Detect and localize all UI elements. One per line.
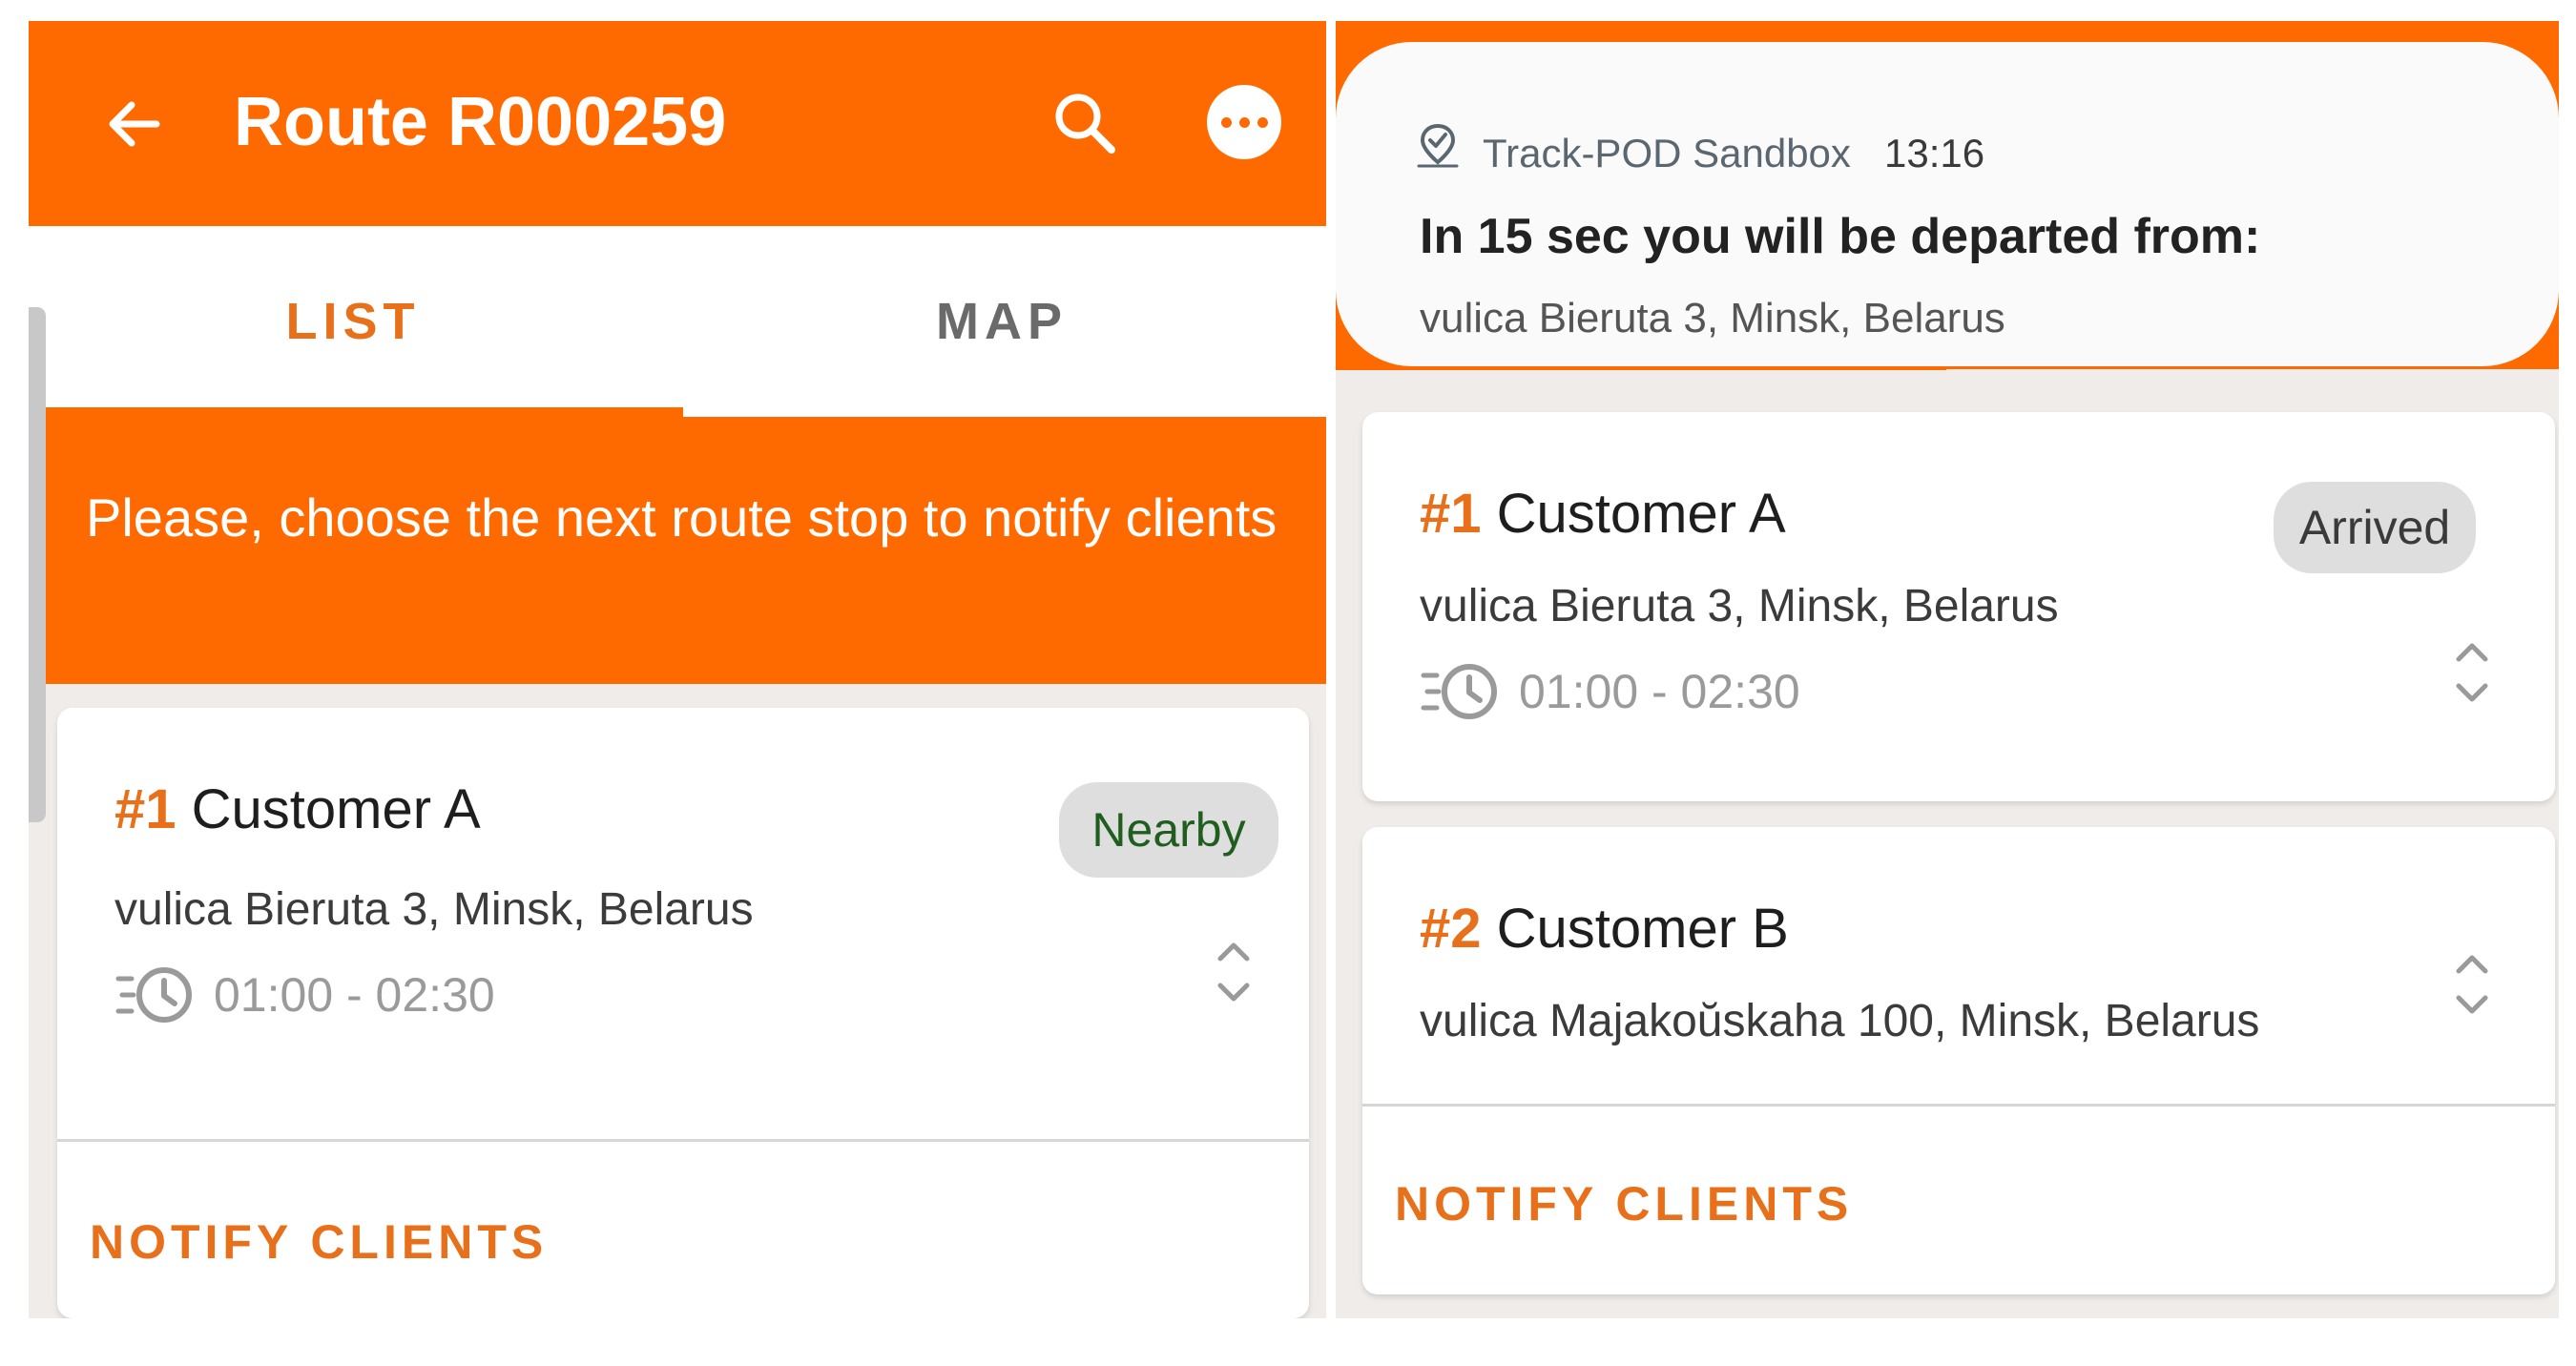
time-window-text: 01:00 - 02:30 bbox=[214, 968, 495, 1022]
back-button[interactable] bbox=[88, 78, 179, 170]
stop-number: #2 bbox=[1420, 898, 1482, 960]
stop-customer-name: Customer A bbox=[1496, 483, 1786, 545]
info-banner: Please, choose the next route stop to no… bbox=[29, 417, 1326, 684]
route-stop-card[interactable]: #1 Customer A Nearby vulica Bieruta 3, M… bbox=[57, 708, 1309, 1318]
app-bar: Route R000259 bbox=[29, 21, 1326, 226]
route-stop-card[interactable]: #2 Customer B vulica Majakoŭskaha 100, M… bbox=[1362, 827, 2555, 1294]
notify-clients-button[interactable]: NOTIFY CLIENTS bbox=[1395, 1180, 1853, 1228]
expand-collapse-icon bbox=[2456, 955, 2488, 1014]
stop-customer-name: Customer B bbox=[1496, 898, 1789, 960]
time-window-icon bbox=[115, 967, 192, 1023]
notification-title: In 15 sec you will be departed from: bbox=[1420, 209, 2261, 264]
stop-time-window: 01:00 - 02:30 bbox=[114, 963, 495, 1026]
route-screen-list: Route R000259 LIST MAP Please, choose th… bbox=[29, 21, 1326, 1318]
status-badge: Nearby bbox=[1059, 782, 1278, 878]
expand-button[interactable] bbox=[2439, 630, 2505, 715]
route-screen-notification: Track-POD Sandbox 13:16 In 15 sec you wi… bbox=[1336, 21, 2559, 1318]
page-title: Route R000259 bbox=[234, 84, 727, 160]
stop-number: #1 bbox=[114, 778, 177, 840]
route-stop-card[interactable]: #1 Customer A Arrived vulica Bieruta 3, … bbox=[1362, 412, 2555, 801]
notification-progress-bar bbox=[1336, 366, 1946, 370]
expand-button[interactable] bbox=[2439, 942, 2505, 1027]
expand-button[interactable] bbox=[1200, 929, 1267, 1015]
stop-title: #1 Customer A bbox=[1420, 486, 1786, 542]
stop-title: #1 Customer A bbox=[114, 782, 481, 838]
tab-map[interactable]: MAP bbox=[677, 226, 1326, 417]
stop-customer-name: Customer A bbox=[191, 778, 481, 840]
status-badge: Arrived bbox=[2274, 482, 2476, 573]
search-icon bbox=[1055, 93, 1115, 154]
stop-number: #1 bbox=[1420, 483, 1482, 545]
more-options-button[interactable] bbox=[1196, 74, 1292, 170]
card-divider bbox=[1362, 1104, 2555, 1107]
side-drawer-handle[interactable] bbox=[29, 307, 46, 822]
time-window-text: 01:00 - 02:30 bbox=[1519, 665, 1800, 718]
time-window-icon bbox=[1421, 664, 1497, 719]
stop-address: vulica Bieruta 3, Minsk, Belarus bbox=[114, 884, 754, 935]
stop-title: #2 Customer B bbox=[1420, 901, 1789, 957]
active-tab-indicator bbox=[29, 407, 683, 417]
banner-text: Please, choose the next route stop to no… bbox=[86, 487, 1278, 548]
notification-time: 13:16 bbox=[1884, 131, 1985, 176]
notification-body: vulica Bieruta 3, Minsk, Belarus bbox=[1420, 295, 2005, 342]
stop-time-window: 01:00 - 02:30 bbox=[1420, 660, 1800, 723]
expand-collapse-icon bbox=[2456, 643, 2488, 702]
back-arrow-icon bbox=[109, 101, 160, 147]
notification-app-name: Track-POD Sandbox bbox=[1483, 131, 1851, 176]
tab-list[interactable]: LIST bbox=[29, 226, 677, 417]
track-pod-app-icon bbox=[1417, 123, 1459, 168]
tab-bar: LIST MAP bbox=[29, 226, 1326, 417]
search-button[interactable] bbox=[1042, 80, 1128, 166]
more-options-icon bbox=[1207, 85, 1281, 159]
push-notification[interactable]: Track-POD Sandbox 13:16 In 15 sec you wi… bbox=[1336, 42, 2559, 366]
card-divider bbox=[57, 1139, 1309, 1142]
stop-address: vulica Bieruta 3, Minsk, Belarus bbox=[1420, 581, 2059, 631]
stop-address: vulica Majakoŭskaha 100, Minsk, Belarus bbox=[1420, 996, 2260, 1046]
expand-collapse-icon bbox=[1217, 942, 1250, 1002]
notify-clients-button[interactable]: NOTIFY CLIENTS bbox=[90, 1218, 548, 1266]
